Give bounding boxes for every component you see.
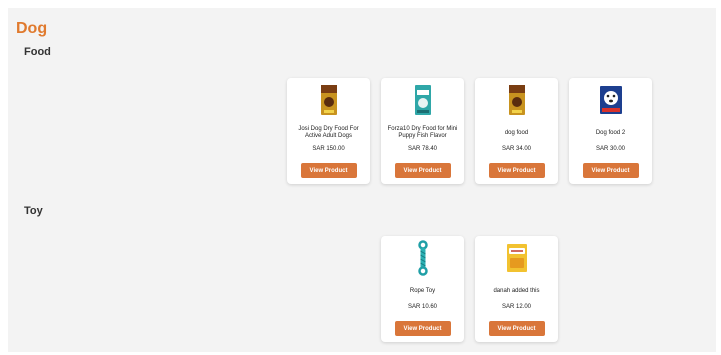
product-name: dog food: [504, 129, 529, 136]
view-product-button[interactable]: View Product: [394, 321, 451, 336]
product-card[interactable]: Dog food 2 SAR 30.00 View Product: [569, 78, 652, 184]
page-title: Dog: [16, 20, 48, 37]
product-card[interactable]: danah added this SAR 12.00 View Product: [475, 236, 558, 342]
product-card[interactable]: Forza10 Dry Food for Mini Puppy Fish Fla…: [381, 78, 464, 184]
product-price: SAR 30.00: [595, 146, 626, 152]
view-product-button[interactable]: View Product: [300, 163, 357, 178]
product-name: danah added this: [493, 287, 540, 294]
view-product-button[interactable]: View Product: [488, 321, 545, 336]
product-card[interactable]: Josi Dog Dry Food For Active Adult Dogs …: [287, 78, 370, 184]
product-price: SAR 12.00: [501, 304, 532, 310]
toy-product-grid: Rope Toy SAR 10.60 View Product danah ad…: [381, 236, 558, 342]
product-name: Josi Dog Dry Food For Active Adult Dogs: [298, 126, 359, 139]
view-product-button[interactable]: View Product: [394, 163, 451, 178]
product-card[interactable]: Rope Toy SAR 10.60 View Product: [381, 236, 464, 342]
product-card[interactable]: dog food SAR 34.00 View Product: [475, 78, 558, 184]
product-price: SAR 78.40: [407, 146, 438, 152]
dog-food-bag-icon: [409, 82, 437, 118]
dog-food-bag-icon: [503, 82, 531, 118]
food-product-grid: Josi Dog Dry Food For Active Adult Dogs …: [287, 78, 652, 184]
section-title-food: Food: [24, 46, 51, 58]
product-price: SAR 150.00: [312, 146, 345, 152]
treat-pack-icon: [503, 240, 531, 276]
product-price: SAR 34.00: [501, 146, 532, 152]
rope-toy-icon: [409, 240, 437, 276]
section-title-toy: Toy: [24, 205, 43, 217]
dog-food-bag-icon: [315, 82, 343, 118]
product-name: Forza10 Dry Food for Mini Puppy Fish Fla…: [387, 126, 458, 139]
dog-food-bag-icon: [597, 82, 625, 118]
view-product-button[interactable]: View Product: [582, 163, 639, 178]
product-name: Dog food 2: [595, 129, 626, 136]
view-product-button[interactable]: View Product: [488, 163, 545, 178]
product-name: Rope Toy: [409, 287, 436, 294]
product-price: SAR 10.60: [407, 304, 438, 310]
